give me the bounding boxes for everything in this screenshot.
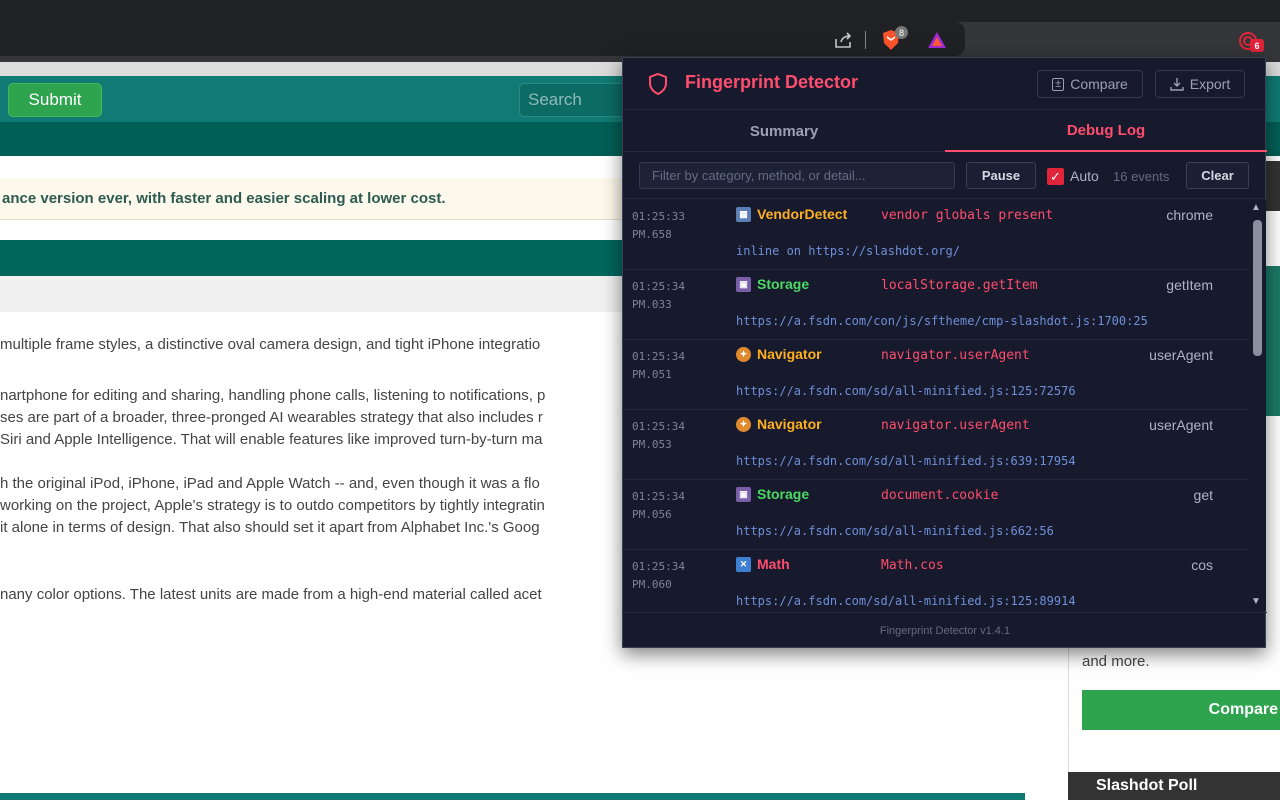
story-text: multiple frame styles, a distinctive ova… xyxy=(0,336,541,353)
source-link[interactable]: https://a.fsdn.com/con/js/sftheme/cmp-sl… xyxy=(736,314,1148,328)
auto-checkbox[interactable]: ✓ xyxy=(1047,168,1064,185)
story-text: nany color options. The latest units are… xyxy=(0,586,542,603)
timestamp: 01:25:34 PM.060 xyxy=(632,560,685,591)
fingerprint-detector-popup: Fingerprint Detector ± Compare Export Su… xyxy=(622,57,1267,649)
floppy-icon: ▣ xyxy=(736,486,751,502)
timestamp: 01:25:34 PM.033 xyxy=(632,280,685,311)
category: ▣ Storage xyxy=(736,276,809,292)
clear-button[interactable]: Clear xyxy=(1186,162,1249,189)
debug-log-list: 01:25:33 PM.658 ▦ VendorDetect vendor glob… xyxy=(623,200,1249,611)
scroll-up-icon[interactable]: ▲ xyxy=(1251,202,1261,213)
story-text: working on the project, Apple's strategy… xyxy=(0,497,545,514)
log-entry[interactable]: 01:25:34 PM.056 ▣ Storage document.cookie … xyxy=(623,480,1249,550)
filter-input[interactable]: Filter by category, method, or detail... xyxy=(639,162,955,189)
timestamp: 01:25:34 PM.051 xyxy=(632,350,685,381)
download-icon xyxy=(1170,78,1184,91)
source-link[interactable]: https://a.fsdn.com/sd/all-minified.js:66… xyxy=(736,524,1054,538)
search-input[interactable]: Search xyxy=(519,83,629,117)
toolbar-divider xyxy=(865,31,866,49)
tab-debug-log[interactable]: Debug Log xyxy=(945,110,1267,152)
share-icon[interactable] xyxy=(832,29,856,51)
fingerprint-extension-icon[interactable]: 6 xyxy=(1234,29,1264,53)
compass-icon: ✦ xyxy=(736,416,751,432)
compare-button[interactable]: Compare xyxy=(1082,690,1280,730)
popup-header: Fingerprint Detector ± Compare Export xyxy=(623,58,1267,110)
tab-summary[interactable]: Summary xyxy=(623,110,945,152)
detail: userAgent xyxy=(1149,347,1213,363)
detail: userAgent xyxy=(1149,417,1213,433)
method: document.cookie xyxy=(881,488,999,503)
log-entry[interactable]: 01:25:33 PM.658 ▦ VendorDetect vendor glob… xyxy=(623,200,1249,270)
brave-shields-count: 8 xyxy=(895,26,908,39)
source-link[interactable]: https://a.fsdn.com/sd/all-minified.js:12… xyxy=(736,594,1076,608)
timestamp: 01:25:34 PM.053 xyxy=(632,420,685,451)
math-icon: ✕ xyxy=(736,556,751,572)
building-icon: ▦ xyxy=(736,206,751,222)
category: ▦ VendorDetect xyxy=(736,206,847,222)
popup-tabs: Summary Debug Log xyxy=(623,110,1267,152)
category: ▣ Storage xyxy=(736,486,809,502)
source-link[interactable]: https://a.fsdn.com/sd/all-minified.js:12… xyxy=(736,384,1076,398)
category: ✦ Navigator xyxy=(736,346,822,362)
detail: getItem xyxy=(1166,277,1213,293)
source-link[interactable]: https://a.fsdn.com/sd/all-minified.js:63… xyxy=(736,454,1076,468)
method: navigator.userAgent xyxy=(881,348,1030,363)
extension-badge: 6 xyxy=(1250,39,1264,52)
method: Math.cos xyxy=(881,558,944,573)
compare-label: Compare xyxy=(1070,76,1128,92)
export-button[interactable]: Export xyxy=(1155,70,1245,98)
browser-tab-strip xyxy=(0,0,1280,22)
log-controls: Filter by category, method, or detail...… xyxy=(623,152,1267,199)
method: vendor globals present xyxy=(881,208,1054,223)
detail: cos xyxy=(1191,557,1213,573)
timestamp: 01:25:33 PM.658 xyxy=(632,210,685,241)
log-entry[interactable]: 01:25:34 PM.033 ▣ Storage localStorage.get… xyxy=(623,270,1249,340)
story-text: ses are part of a broader, three-pronged… xyxy=(0,409,543,426)
log-entry[interactable]: 01:25:34 PM.053 ✦ Navigator navigator.user… xyxy=(623,410,1249,480)
story-text: nartphone for editing and sharing, handl… xyxy=(0,387,546,404)
category: ✦ Navigator xyxy=(736,416,822,432)
event-count: 16 events xyxy=(1113,169,1170,184)
source-link[interactable]: inline on https://slashdot.org/ xyxy=(736,244,960,258)
poll-header: Slashdot Poll xyxy=(1068,772,1280,800)
story-text: h the original iPod, iPhone, iPad and Ap… xyxy=(0,475,540,492)
detail: chrome xyxy=(1166,207,1213,223)
log-entry[interactable]: 01:25:34 PM.051 ✦ Navigator navigator.user… xyxy=(623,340,1249,410)
submit-button[interactable]: Submit xyxy=(8,83,102,117)
log-entry[interactable]: 01:25:34 PM.060 ✕ Math Math.cos cos https:… xyxy=(623,550,1249,611)
pause-button[interactable]: Pause xyxy=(966,162,1036,189)
compass-icon: ✦ xyxy=(736,346,751,362)
category: ✕ Math xyxy=(736,556,790,572)
shield-icon xyxy=(649,72,667,96)
compare-button[interactable]: ± Compare xyxy=(1037,70,1143,98)
scroll-down-icon[interactable]: ▼ xyxy=(1251,596,1261,607)
scrollbar-thumb[interactable] xyxy=(1253,220,1262,356)
export-label: Export xyxy=(1189,76,1231,92)
address-bar[interactable] xyxy=(0,22,965,56)
section-divider xyxy=(0,793,1025,800)
brave-rewards-icon[interactable] xyxy=(925,29,949,51)
compare-icon: ± xyxy=(1052,77,1065,91)
floppy-icon: ▣ xyxy=(736,276,751,292)
story-text: Siri and Apple Intelligence. That will e… xyxy=(0,431,543,448)
popup-footer: Fingerprint Detector v1.4.1 xyxy=(623,612,1267,649)
method: navigator.userAgent xyxy=(881,418,1030,433)
detail: get xyxy=(1193,487,1213,503)
story-text: it alone in terms of design. That also s… xyxy=(0,519,540,536)
popup-title: Fingerprint Detector xyxy=(685,72,859,92)
method: localStorage.getItem xyxy=(881,278,1038,293)
timestamp: 01:25:34 PM.056 xyxy=(632,490,685,521)
sidebar-text: and more. xyxy=(1082,653,1150,670)
sidebar-ad-image xyxy=(1266,266,1280,416)
auto-label: Auto xyxy=(1070,168,1099,184)
brave-shields-icon[interactable]: 8 xyxy=(880,26,908,52)
